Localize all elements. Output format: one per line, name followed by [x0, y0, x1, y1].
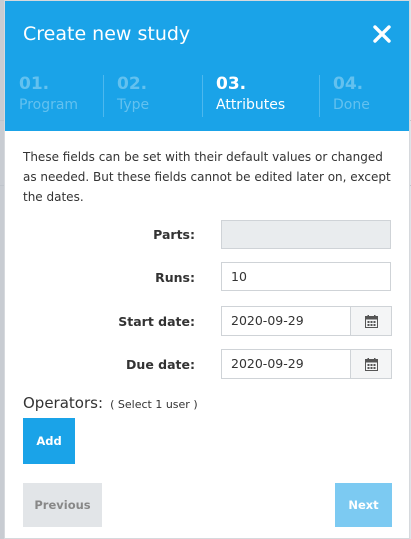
- runs-label: Runs:: [155, 270, 195, 285]
- start-date-picker: 2020-09-29: [221, 306, 392, 336]
- step-divider: [202, 75, 203, 117]
- previous-button[interactable]: Previous: [23, 483, 102, 527]
- parts-field: [221, 220, 391, 249]
- step-program: 01. Program: [19, 73, 78, 117]
- start-date-field[interactable]: 2020-09-29: [221, 306, 351, 336]
- step-label: Attributes: [216, 97, 286, 113]
- start-date-calendar-button[interactable]: [350, 306, 392, 336]
- step-divider: [103, 75, 104, 117]
- close-button[interactable]: [371, 23, 393, 45]
- step-number: 02.: [117, 74, 148, 94]
- parts-label: Parts:: [153, 227, 195, 242]
- step-number: 04.: [333, 74, 364, 94]
- add-operator-button[interactable]: Add: [23, 418, 75, 464]
- start-date-label: Start date:: [118, 314, 195, 329]
- step-label: Type: [117, 97, 150, 113]
- modal-header: Create new study 01. Program 02. Type 03…: [5, 1, 409, 131]
- step-divider: [319, 75, 320, 117]
- step-attributes: 03. Attributes: [216, 73, 285, 117]
- modal-title: Create new study: [23, 23, 191, 45]
- calendar-icon: [364, 357, 378, 371]
- wizard-steps: 01. Program 02. Type 03. Attributes 04. …: [5, 73, 409, 121]
- due-date-picker: 2020-09-29: [221, 349, 392, 379]
- due-date-field[interactable]: 2020-09-29: [221, 349, 351, 379]
- step-label: Done: [333, 97, 370, 113]
- step-type: 02. Type: [117, 73, 149, 117]
- step-label: Program: [19, 97, 79, 113]
- calendar-icon: [364, 314, 378, 328]
- operators-section: Operators: ( Select 1 user ): [23, 393, 198, 412]
- close-icon: [373, 25, 391, 43]
- step-number: 01.: [19, 74, 50, 94]
- intro-text: These fields can be set with their defau…: [23, 150, 391, 204]
- due-date-calendar-button[interactable]: [350, 349, 392, 379]
- create-study-modal: Create new study 01. Program 02. Type 03…: [4, 0, 410, 539]
- step-number: 03.: [216, 74, 247, 94]
- due-date-label: Due date:: [126, 357, 195, 372]
- next-button[interactable]: Next: [335, 483, 392, 527]
- step-done: 04. Done: [333, 73, 370, 117]
- operators-hint: ( Select 1 user ): [110, 398, 198, 411]
- operators-label: Operators:: [23, 394, 104, 412]
- runs-field[interactable]: 10: [221, 262, 391, 291]
